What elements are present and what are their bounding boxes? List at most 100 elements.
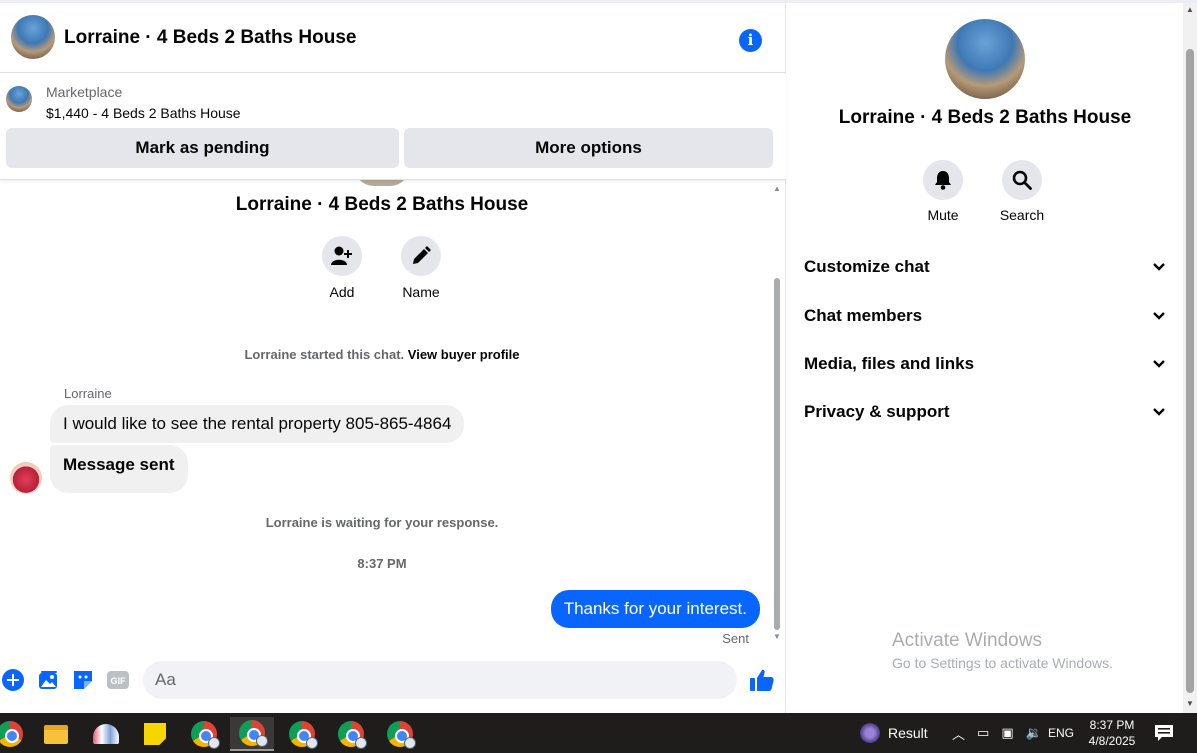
folder-icon <box>44 724 68 744</box>
notification-icon <box>1155 725 1173 741</box>
section-media-files-links[interactable]: Media, files and links <box>804 347 1166 381</box>
message-input[interactable] <box>155 661 695 699</box>
window-scrollbar[interactable]: ▲ ▼ <box>1183 3 1197 713</box>
pencil-icon <box>413 246 431 264</box>
listing-thumbnail[interactable] <box>6 86 32 112</box>
profile-badge-icon <box>256 735 268 747</box>
chevron-up-icon[interactable]: ︿ <box>952 724 965 743</box>
result-icon <box>860 723 880 743</box>
sticker-button[interactable] <box>71 668 95 692</box>
language-indicator[interactable]: ENG <box>1048 713 1074 753</box>
profile-badge-icon <box>208 737 220 749</box>
chat-avatar[interactable] <box>11 15 55 59</box>
clock-date: 4/8/2025 <box>1088 734 1136 748</box>
mute-button[interactable]: Mute <box>913 160 973 223</box>
search-icon <box>1012 170 1032 190</box>
taskbar-app-chrome[interactable] <box>0 717 32 751</box>
profile-badge-icon <box>306 737 318 749</box>
view-buyer-profile-link[interactable]: View buyer profile <box>408 347 520 362</box>
more-actions-button[interactable] <box>1 668 25 692</box>
outgoing-message[interactable]: Thanks for your interest. <box>550 590 760 628</box>
search-label: Search <box>999 207 1045 223</box>
thumbs-up-icon <box>750 669 774 691</box>
name-label: Name <box>402 284 440 300</box>
section-privacy-support[interactable]: Privacy & support <box>804 395 1166 429</box>
taskbar-app-file-explorer[interactable] <box>34 717 78 751</box>
sticker-icon <box>74 671 92 689</box>
chevron-down-icon <box>1153 408 1165 416</box>
activate-windows-subtitle: Go to Settings to activate Windows. <box>892 655 1113 671</box>
section-label: Customize chat <box>804 257 930 276</box>
window-scrollbar-thumb[interactable] <box>1186 49 1194 693</box>
panel-title: Lorraine · 4 Beds 2 Baths House <box>838 107 1132 128</box>
result-label: Result <box>888 725 928 741</box>
volume-icon[interactable]: 🔉 <box>1026 725 1042 741</box>
sent-status: Sent <box>722 631 749 646</box>
sender-name: Lorraine <box>64 386 112 401</box>
activate-windows-title: Activate Windows <box>892 630 1042 651</box>
tray-icons: ︿ ▭ ▣ 🔉 <box>952 713 1042 753</box>
search-in-chat-button[interactable]: Search <box>992 160 1052 223</box>
listing-title[interactable]: $1,440 - 4 Beds 2 Baths House <box>46 105 241 121</box>
chat-header: Lorraine · 4 Beds 2 Baths House i <box>0 3 786 73</box>
composer: GIF <box>0 658 871 703</box>
chat-column: Lorraine · 4 Beds 2 Baths House i Market… <box>0 0 871 713</box>
sticky-note-icon <box>144 723 166 745</box>
section-chat-members[interactable]: Chat members <box>804 299 1166 333</box>
thread-scroll-down-arrow[interactable]: ▼ <box>772 632 782 642</box>
app-window: Lorraine · 4 Beds 2 Baths House i Market… <box>0 0 1197 753</box>
taskbar-app-chrome-profile[interactable] <box>378 717 422 751</box>
waiting-notice: Lorraine is waiting for your response. <box>265 515 499 530</box>
chevron-down-icon <box>1153 263 1165 271</box>
taskbar-app-umbrella[interactable] <box>84 717 128 751</box>
taskbar-app-chrome-profile[interactable] <box>182 717 226 751</box>
add-people-button[interactable]: Add <box>312 236 372 300</box>
chat-info-panel: Lorraine · 4 Beds 2 Baths House Mute Sea… <box>787 3 1183 713</box>
mute-label: Mute <box>927 207 959 223</box>
chat-started-notice: Lorraine started this chat. View buyer p… <box>0 347 764 362</box>
chrome-icon <box>0 721 23 747</box>
window-scroll-up-arrow[interactable]: ▲ <box>1183 5 1197 14</box>
notifications-button[interactable] <box>1154 713 1174 753</box>
name-chat-button[interactable]: Name <box>391 236 451 300</box>
tray-result-widget[interactable]: Result <box>860 713 928 753</box>
section-customize-chat[interactable]: Customize chat <box>804 250 1166 284</box>
window-scroll-down-arrow[interactable]: ▼ <box>1183 699 1197 708</box>
attach-photo-button[interactable] <box>36 668 60 692</box>
thread-scroll-up-arrow[interactable]: ▲ <box>772 184 782 194</box>
incoming-message[interactable]: I would like to see the rental property … <box>50 405 465 443</box>
info-icon[interactable]: i <box>739 29 762 52</box>
gif-icon: GIF <box>107 671 129 689</box>
sender-avatar[interactable] <box>10 462 42 494</box>
windows-taskbar: Result ︿ ▭ ▣ 🔉 ENG 8:37 PM 4/8/2025 <box>0 713 1197 753</box>
marketplace-banner: Marketplace $1,440 - 4 Beds 2 Baths Hous… <box>0 74 786 180</box>
section-label: Privacy & support <box>804 402 950 421</box>
incoming-message[interactable]: Message sent <box>50 445 188 493</box>
panel-avatar[interactable] <box>945 19 1025 99</box>
thread-scrollbar-thumb[interactable] <box>774 278 780 630</box>
more-options-button[interactable]: More options <box>404 128 773 168</box>
taskbar-app-chrome-profile[interactable] <box>280 717 324 751</box>
thread-title: Lorraine · 4 Beds 2 Baths House <box>235 194 529 215</box>
chevron-down-icon <box>1153 312 1165 320</box>
like-button[interactable] <box>749 667 775 693</box>
profile-badge-icon <box>404 737 416 749</box>
message-input-wrapper <box>143 661 871 699</box>
mark-as-pending-button[interactable]: Mark as pending <box>6 128 399 168</box>
add-person-icon <box>331 246 352 265</box>
taskbar-app-sticky-notes[interactable] <box>133 717 177 751</box>
add-label: Add <box>329 284 355 300</box>
taskbar-app-chrome-profile-active[interactable] <box>230 717 274 751</box>
plus-circle-icon <box>2 669 24 691</box>
chevron-down-icon <box>1153 360 1165 368</box>
chat-started-text: Lorraine started this chat. <box>244 347 405 362</box>
meet-icon[interactable]: ▭ <box>977 725 989 741</box>
taskbar-app-chrome-profile[interactable] <box>329 717 373 751</box>
bell-icon <box>935 171 951 190</box>
clock-time: 8:37 PM <box>1089 718 1135 732</box>
message-timestamp: 8:37 PM <box>357 556 407 571</box>
clock[interactable]: 8:37 PM 4/8/2025 <box>1088 713 1136 753</box>
chat-title[interactable]: Lorraine · 4 Beds 2 Baths House <box>64 27 356 49</box>
network-icon[interactable]: ▣ <box>1001 725 1013 741</box>
gif-button[interactable]: GIF <box>106 668 130 692</box>
